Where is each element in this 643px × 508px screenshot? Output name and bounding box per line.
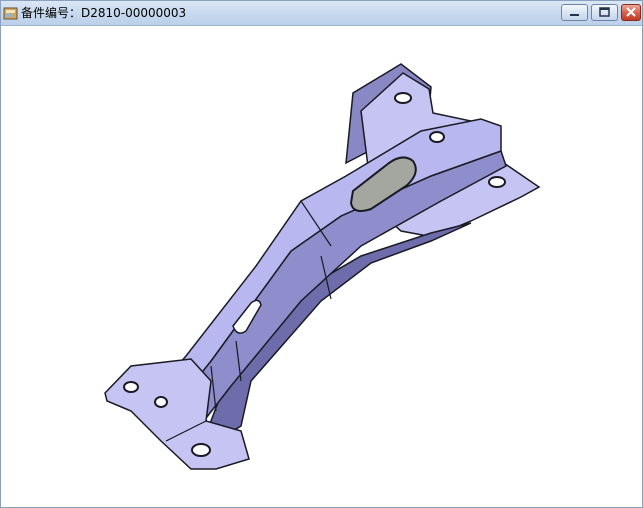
part-3d-model[interactable] <box>1 26 642 507</box>
window-title: 备件编号：D2810-00000003 <box>21 6 187 20</box>
hole <box>154 396 168 408</box>
maximize-icon <box>599 7 610 17</box>
viewer-window: 备件编号：D2810-00000003 <box>0 0 643 508</box>
title-bar[interactable]: 备件编号：D2810-00000003 <box>1 1 642 26</box>
hole <box>123 381 139 393</box>
maximize-button[interactable] <box>591 4 618 21</box>
window-controls <box>561 4 641 22</box>
hole <box>488 176 506 188</box>
model-viewport[interactable] <box>1 26 642 507</box>
hole <box>394 92 412 104</box>
hole <box>191 443 211 457</box>
minimize-button[interactable] <box>561 4 588 21</box>
app-icon <box>3 7 18 20</box>
close-icon <box>626 7 636 17</box>
close-button[interactable] <box>621 4 641 21</box>
hole <box>429 131 445 143</box>
minimize-icon <box>570 14 579 16</box>
